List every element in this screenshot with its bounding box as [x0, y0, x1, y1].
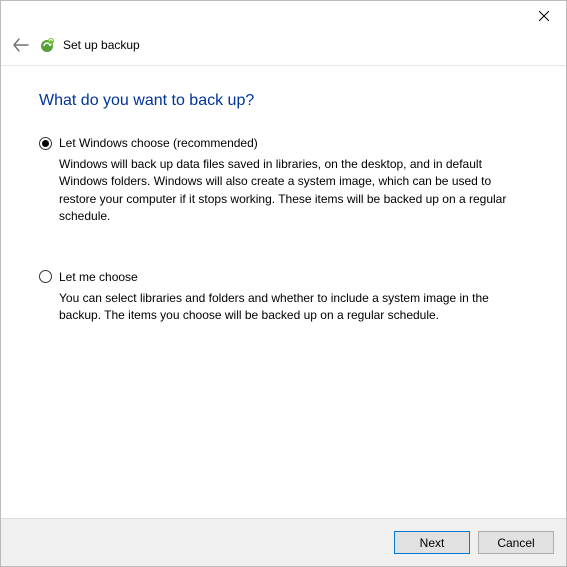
option-auto-label: Let Windows choose (recommended) — [59, 136, 258, 150]
option-auto-description: Windows will back up data files saved in… — [39, 156, 528, 226]
radio-auto[interactable] — [39, 137, 52, 150]
option-manual-description: You can select libraries and folders and… — [39, 290, 528, 325]
arrow-left-icon — [13, 38, 29, 52]
window-title: Set up backup — [63, 38, 140, 52]
page-heading: What do you want to back up? — [39, 92, 528, 110]
close-button[interactable] — [522, 2, 566, 30]
wizard-footer: Next Cancel — [1, 518, 566, 566]
wizard-header: Set up backup — [1, 31, 566, 65]
radio-manual[interactable] — [39, 270, 52, 283]
content-area: What do you want to back up? Let Windows… — [1, 66, 566, 324]
option-manual[interactable]: Let me choose You can select libraries a… — [39, 270, 528, 325]
back-button[interactable] — [11, 35, 31, 55]
cancel-button[interactable]: Cancel — [478, 531, 554, 554]
close-icon — [539, 11, 549, 21]
backup-icon — [39, 37, 55, 53]
next-button[interactable]: Next — [394, 531, 470, 554]
option-manual-label: Let me choose — [59, 270, 138, 284]
window-titlebar — [1, 1, 566, 31]
option-auto[interactable]: Let Windows choose (recommended) Windows… — [39, 136, 528, 226]
